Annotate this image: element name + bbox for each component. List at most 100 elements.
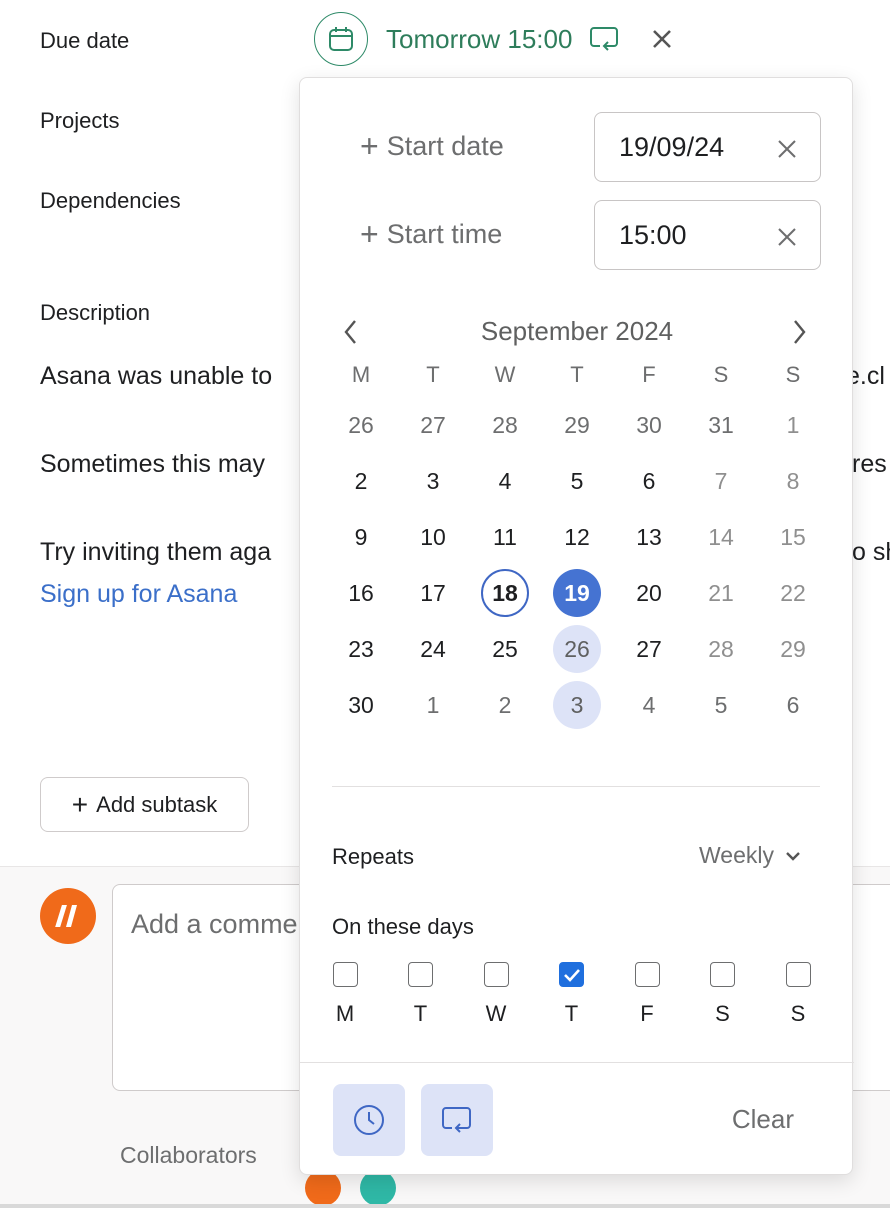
calendar-day[interactable]: 26 xyxy=(325,400,397,450)
sign-up-link[interactable]: Sign up for Asana xyxy=(40,580,237,609)
calendar-day-number: 6 xyxy=(786,691,800,718)
calendar-day[interactable]: 23 xyxy=(325,624,397,674)
calendar-day[interactable]: 11 xyxy=(469,512,541,562)
close-icon[interactable] xyxy=(776,224,798,255)
due-date-row[interactable]: Tomorrow 15:00 xyxy=(314,12,672,66)
chevron-down-icon xyxy=(784,850,802,862)
start-time-label: Start time xyxy=(386,218,503,249)
calendar-day[interactable]: 25 xyxy=(469,624,541,674)
day-checkbox[interactable] xyxy=(332,962,358,987)
calendar-day[interactable]: 3 xyxy=(541,680,613,730)
calendar-day-number: 5 xyxy=(714,691,728,718)
calendar-icon[interactable] xyxy=(314,12,368,66)
description-line-1: Asana was unable to xyxy=(40,362,273,390)
calendar-day[interactable]: 15 xyxy=(757,512,829,562)
calendar-day[interactable]: 28 xyxy=(685,624,757,674)
calendar-day[interactable]: 12 xyxy=(541,512,613,562)
bottom-border xyxy=(0,1204,890,1208)
calendar-day[interactable]: 7 xyxy=(685,456,757,506)
calendar-day[interactable]: 4 xyxy=(613,680,685,730)
calendar-day[interactable]: 30 xyxy=(613,400,685,450)
repeats-select[interactable]: Weekly xyxy=(699,842,802,869)
calendar-day[interactable]: 3 xyxy=(397,456,469,506)
add-start-date-button[interactable]: + Start date xyxy=(360,130,504,162)
calendar-day[interactable]: 21 xyxy=(685,568,757,618)
day-option: M xyxy=(325,962,365,1027)
calendar-day[interactable]: 27 xyxy=(613,624,685,674)
calendar-day[interactable]: 29 xyxy=(757,624,829,674)
day-checkbox[interactable] xyxy=(559,962,584,987)
calendar-day-number: 13 xyxy=(636,523,662,550)
calendar-day[interactable]: 26 xyxy=(541,624,613,674)
calendar-day[interactable]: 17 xyxy=(397,568,469,618)
calendar-day-number: 2 xyxy=(354,467,368,494)
collaborator-avatar[interactable] xyxy=(305,1170,341,1206)
weekday-header: T xyxy=(426,362,440,387)
calendar-day[interactable]: 9 xyxy=(325,512,397,562)
calendar-day[interactable]: 18 xyxy=(469,568,541,618)
calendar-day-number: 4 xyxy=(498,467,512,494)
calendar-day-number: 26 xyxy=(348,411,374,438)
calendar-day-number: 26 xyxy=(553,625,601,673)
calendar-day[interactable]: 29 xyxy=(541,400,613,450)
repeat-button[interactable] xyxy=(421,1084,493,1156)
start-time-value: 15:00 xyxy=(619,219,687,250)
time-button[interactable] xyxy=(333,1084,405,1156)
day-checkbox[interactable] xyxy=(483,962,509,987)
day-checkbox[interactable] xyxy=(634,962,660,987)
calendar-day[interactable]: 6 xyxy=(613,456,685,506)
start-time-input[interactable]: 15:00 xyxy=(594,200,821,270)
add-subtask-button[interactable]: + Add subtask xyxy=(40,777,249,832)
calendar-day[interactable]: 22 xyxy=(757,568,829,618)
calendar-day[interactable]: 2 xyxy=(325,456,397,506)
calendar-day[interactable]: 19 xyxy=(541,568,613,618)
day-checkbox[interactable] xyxy=(408,962,433,987)
calendar-day[interactable]: 2 xyxy=(469,680,541,730)
month-title: September 2024 xyxy=(480,316,674,346)
chevron-right-icon[interactable] xyxy=(790,318,808,351)
calendar-day[interactable]: 24 xyxy=(397,624,469,674)
close-icon[interactable] xyxy=(652,29,672,49)
calendar-day[interactable]: 1 xyxy=(757,400,829,450)
calendar-day[interactable]: 27 xyxy=(397,400,469,450)
calendar-day-number: 25 xyxy=(492,635,518,662)
calendar-day[interactable]: 28 xyxy=(469,400,541,450)
day-letter: T xyxy=(564,1001,579,1026)
start-date-input[interactable]: 19/09/24 xyxy=(594,112,821,182)
close-icon[interactable] xyxy=(776,136,798,167)
calendar-day[interactable]: 1 xyxy=(397,680,469,730)
clear-button[interactable]: Clear xyxy=(732,1104,794,1135)
start-date-label: Start date xyxy=(386,130,504,161)
plus-icon: + xyxy=(71,788,89,820)
calendar-day[interactable]: 20 xyxy=(613,568,685,618)
day-letter: T xyxy=(413,1001,428,1026)
calendar-day-number: 27 xyxy=(420,411,446,438)
calendar-day-number: 1 xyxy=(786,411,800,438)
calendar-day[interactable]: 31 xyxy=(685,400,757,450)
weekday-header: M xyxy=(351,362,371,387)
calendar-day[interactable]: 8 xyxy=(757,456,829,506)
collaborator-avatar[interactable] xyxy=(360,1170,396,1206)
due-date-value[interactable]: Tomorrow 15:00 xyxy=(386,24,572,55)
calendar-day[interactable]: 5 xyxy=(685,680,757,730)
calendar-day[interactable]: 30 xyxy=(325,680,397,730)
day-checkbox[interactable] xyxy=(710,962,735,987)
divider xyxy=(332,786,820,787)
calendar-day[interactable]: 6 xyxy=(757,680,829,730)
calendar-day[interactable]: 14 xyxy=(685,512,757,562)
calendar-day-number: 28 xyxy=(708,635,734,662)
avatar[interactable] xyxy=(40,888,96,944)
calendar-day[interactable]: 13 xyxy=(613,512,685,562)
calendar-day[interactable]: 5 xyxy=(541,456,613,506)
weekday-header: W xyxy=(494,362,516,387)
calendar-day[interactable]: 10 xyxy=(397,512,469,562)
calendar-day[interactable]: 4 xyxy=(469,456,541,506)
checkmark-icon xyxy=(563,968,580,982)
add-start-time-button[interactable]: + Start time xyxy=(360,218,502,250)
weekday-header: S xyxy=(713,362,729,387)
calendar-day-number: 7 xyxy=(714,467,728,494)
calendar-day-number: 4 xyxy=(642,691,656,718)
day-checkbox[interactable] xyxy=(785,962,811,987)
calendar-day[interactable]: 16 xyxy=(325,568,397,618)
day-option: S xyxy=(778,962,818,1027)
